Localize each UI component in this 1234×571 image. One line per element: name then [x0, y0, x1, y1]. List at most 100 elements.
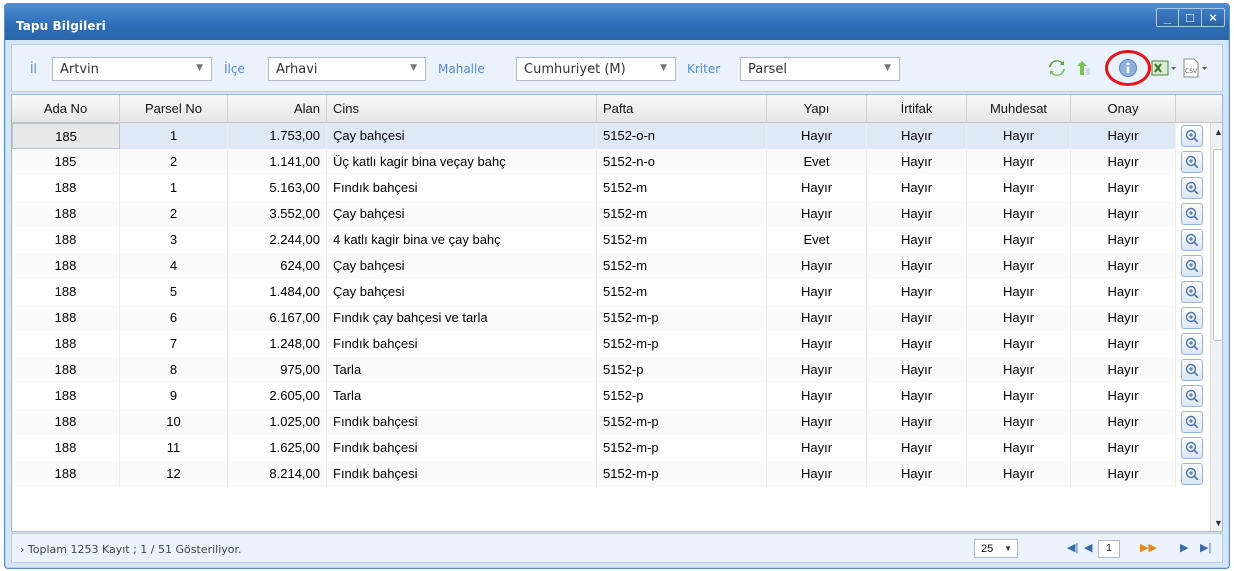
kriter-select[interactable]: Parsel ▼ [740, 57, 900, 81]
pafta-cell: 5152-m [597, 253, 767, 279]
excel-export-icon[interactable] [1150, 57, 1178, 79]
ada-no-cell: 188 [12, 175, 120, 201]
pafta-cell: 5152-m-p [597, 461, 767, 487]
upload-icon[interactable] [1072, 57, 1094, 79]
muhdesat-cell: Hayır [967, 279, 1071, 305]
scroll-up-arrow[interactable]: ▲ [1214, 127, 1222, 137]
prev-page-icon[interactable]: ◀ [1084, 541, 1092, 554]
last-page-icon[interactable]: ▶| [1200, 541, 1211, 554]
row-actions [1176, 331, 1208, 357]
muhdesat-cell: Hayır [967, 253, 1071, 279]
chevron-down-icon: ▼ [1004, 544, 1012, 553]
csv-export-icon[interactable]: CSV [1180, 57, 1210, 79]
close-button[interactable]: × [1202, 8, 1225, 27]
cins-cell: Fındık çay bahçesi ve tarla [327, 305, 597, 331]
yapi-cell: Hayır [767, 253, 867, 279]
column-header[interactable]: Muhdesat [967, 95, 1071, 123]
zoom-in-icon[interactable] [1181, 255, 1203, 277]
alan-cell: 8.214,00 [228, 461, 327, 487]
table-row[interactable]: 185 1 1.753,00 Çay bahçesi 5152-o-n Hayır Hayı… [12, 123, 1203, 149]
yapi-cell: Hayır [767, 175, 867, 201]
table-row[interactable]: 188 11 1.625,00 Fındık bahçesi 5152-m-p Hayır… [12, 435, 1203, 461]
table-row[interactable]: 188 3 2.244,00 4 katlı kagir bina ve çay ba… [12, 227, 1203, 253]
window-controls: _ □ × [1156, 8, 1225, 27]
row-actions [1176, 149, 1208, 175]
zoom-in-icon[interactable] [1181, 359, 1203, 381]
page-size-select[interactable]: 25 ▼ [974, 539, 1018, 558]
zoom-in-icon[interactable] [1181, 307, 1203, 329]
pafta-cell: 5152-m-p [597, 435, 767, 461]
refresh-icon[interactable] [1046, 57, 1068, 79]
chevron-down-icon: ▼ [660, 63, 667, 73]
zoom-in-icon[interactable] [1181, 151, 1203, 173]
vertical-scrollbar[interactable]: ▲ ▼ [1210, 123, 1222, 531]
table-row[interactable]: 188 6 6.167,00 Fındık çay bahçesi ve tarla 5… [12, 305, 1203, 331]
zoom-in-icon[interactable] [1181, 463, 1203, 485]
table-row[interactable]: 188 5 1.484,00 Çay bahçesi 5152-m Hayır Hayır H… [12, 279, 1203, 305]
zoom-in-icon[interactable] [1181, 333, 1203, 355]
table-row[interactable]: 188 10 1.025,00 Fındık bahçesi 5152-m-p Hayır… [12, 409, 1203, 435]
table-row[interactable]: 188 2 3.552,00 Çay bahçesi 5152-m Hayır Hayır H… [12, 201, 1203, 227]
ada-no-cell: 188 [12, 331, 120, 357]
cins-cell: Çay bahçesi [327, 123, 597, 149]
row-actions [1176, 175, 1208, 201]
column-header[interactable]: İrtifak [867, 95, 967, 123]
ada-no-cell: 188 [12, 461, 120, 487]
pafta-cell: 5152-m [597, 279, 767, 305]
table-row[interactable]: 188 7 1.248,00 Fındık bahçesi 5152-m-p Hayır H… [12, 331, 1203, 357]
scroll-down-arrow[interactable]: ▼ [1214, 518, 1222, 528]
scroll-thumb[interactable] [1213, 149, 1222, 341]
current-page-input[interactable]: 1 [1098, 540, 1120, 558]
parsel-no-cell: 1 [120, 123, 228, 149]
zoom-in-icon[interactable] [1181, 125, 1203, 147]
column-header[interactable]: Cins [327, 95, 597, 123]
column-header[interactable]: Parsel No [120, 95, 228, 123]
mahalle-select[interactable]: Cumhuriyet (M) ▼ [516, 57, 676, 81]
table-row[interactable]: 188 12 8.214,00 Fındık bahçesi 5152-m-p Hayır… [12, 461, 1203, 487]
row-actions [1176, 357, 1208, 383]
zoom-in-icon[interactable] [1181, 229, 1203, 251]
next-page-icon[interactable]: ▶ [1180, 541, 1188, 554]
muhdesat-cell: Hayır [967, 409, 1071, 435]
column-header[interactable]: Pafta [597, 95, 767, 123]
column-header[interactable]: Onay [1071, 95, 1176, 123]
table-row[interactable]: 188 4 624,00 Çay bahçesi 5152-m Hayır Hayır Hay… [12, 253, 1203, 279]
zoom-in-icon[interactable] [1181, 203, 1203, 225]
column-header[interactable]: Alan [228, 95, 327, 123]
il-value: Artvin [60, 62, 99, 77]
zoom-in-icon[interactable] [1181, 437, 1203, 459]
table-row[interactable]: 188 8 975,00 Tarla 5152-p Hayır Hayır Hayır Hayı… [12, 357, 1203, 383]
muhdesat-cell: Hayır [967, 175, 1071, 201]
title-bar[interactable]: Tapu Bilgileri _ □ × [5, 4, 1229, 40]
ilce-select[interactable]: Arhavi ▼ [268, 57, 426, 81]
column-header[interactable]: Yapı [767, 95, 867, 123]
first-page-icon[interactable]: ◀| [1067, 541, 1078, 554]
row-actions [1176, 383, 1208, 409]
zoom-in-icon[interactable] [1181, 281, 1203, 303]
maximize-button[interactable]: □ [1179, 8, 1202, 27]
irtifak-cell: Hayır [867, 149, 967, 175]
pafta-cell: 5152-m-p [597, 305, 767, 331]
il-label: İl [30, 62, 37, 76]
filter-toolbar: İl Artvin ▼ İlçe Arhavi ▼ Mahalle Cumhur… [11, 44, 1223, 92]
table-row[interactable]: 188 1 5.163,00 Fındık bahçesi 5152-m Hayır Hay… [12, 175, 1203, 201]
il-select[interactable]: Artvin ▼ [52, 57, 212, 81]
zoom-in-icon[interactable] [1181, 411, 1203, 433]
column-header[interactable]: Ada No [12, 95, 120, 123]
parsel-no-cell: 4 [120, 253, 228, 279]
fast-forward-icon[interactable]: ▶▶ [1140, 541, 1157, 554]
minimize-button[interactable]: _ [1156, 8, 1179, 27]
muhdesat-cell: Hayır [967, 149, 1071, 175]
parsel-no-cell: 3 [120, 227, 228, 253]
irtifak-cell: Hayır [867, 435, 967, 461]
table-row[interactable]: 188 9 2.605,00 Tarla 5152-p Hayır Hayır Hayır Ha… [12, 383, 1203, 409]
alan-cell: 1.248,00 [228, 331, 327, 357]
table-row[interactable]: 185 2 1.141,00 Üç katlı kagir bina veçay ba… [12, 149, 1203, 175]
mahalle-label: Mahalle [438, 62, 485, 76]
yapi-cell: Hayır [767, 305, 867, 331]
alan-cell: 5.163,00 [228, 175, 327, 201]
alan-cell: 1.753,00 [228, 123, 327, 149]
zoom-in-icon[interactable] [1181, 177, 1203, 199]
zoom-in-icon[interactable] [1181, 385, 1203, 407]
onay-cell: Hayır [1071, 175, 1176, 201]
